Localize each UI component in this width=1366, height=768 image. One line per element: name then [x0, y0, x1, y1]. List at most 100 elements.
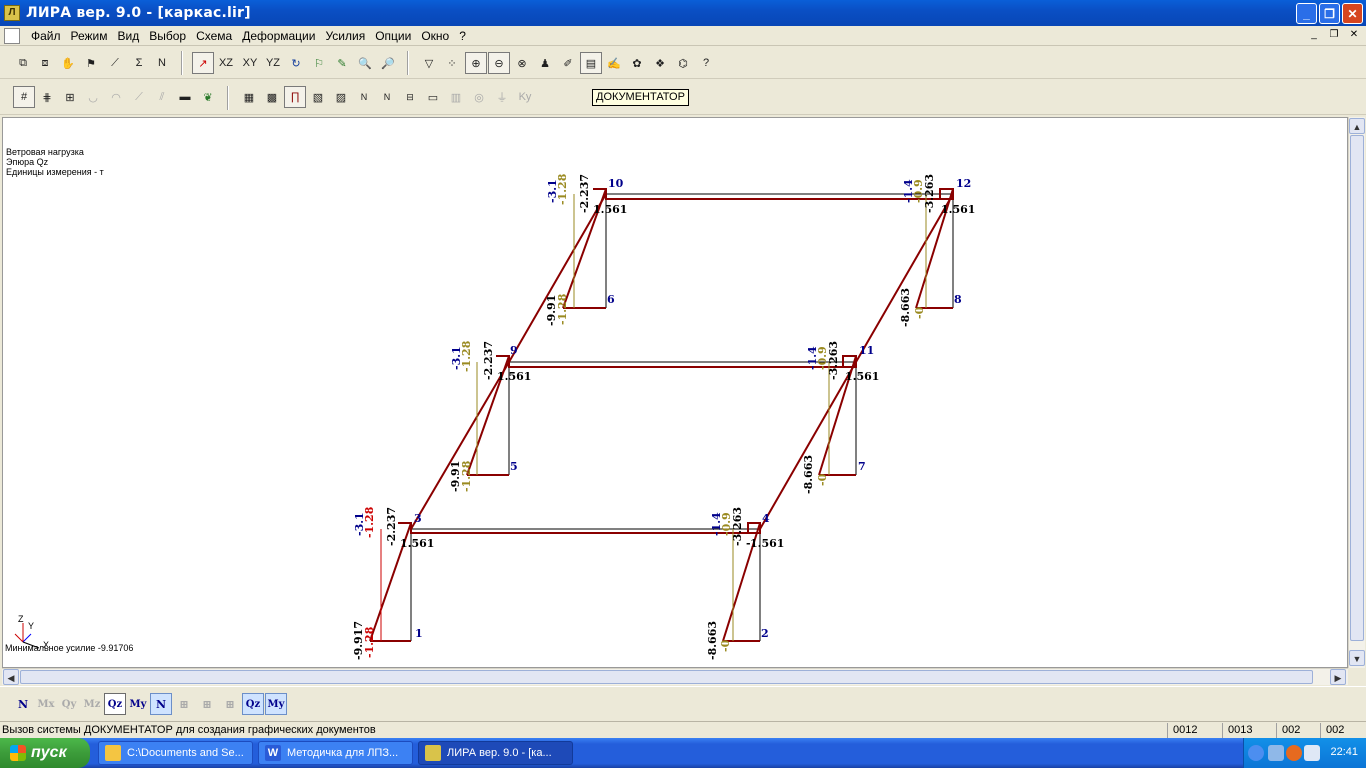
lira-app-icon[interactable]: Л [4, 5, 20, 21]
slash-2-icon[interactable]: ⫽ [151, 86, 173, 108]
sum-load-icon[interactable]: Σ [128, 52, 150, 74]
document-icon[interactable] [4, 27, 20, 44]
load-icon[interactable]: ⟋ [104, 52, 126, 74]
arc-icon[interactable]: ◡ [82, 86, 104, 108]
table-icon[interactable]: ⊟ [399, 86, 421, 108]
frame-icon[interactable]: # [13, 86, 35, 108]
restore-button[interactable]: ❐ [1319, 3, 1340, 24]
menu-help[interactable]: ? [454, 29, 471, 43]
support-icon[interactable]: ⏚ [491, 86, 513, 108]
task-lira[interactable]: ЛИРА вер. 9.0 - [ка... [418, 741, 573, 765]
force-n-button[interactable]: N [12, 693, 34, 715]
menu-file[interactable]: Файл [26, 29, 66, 43]
grid-icon[interactable]: ▦ [238, 86, 260, 108]
value-label: -0 [816, 473, 829, 486]
mosaic-2-icon[interactable]: ▧ [307, 86, 329, 108]
mdi-minimize-button[interactable]: _ [1306, 28, 1322, 42]
monitor-icon[interactable] [1304, 745, 1320, 761]
start-button[interactable]: пуск [0, 738, 90, 768]
menu-window[interactable]: Окно [416, 29, 454, 43]
node-icon[interactable]: ♟ [534, 52, 556, 74]
coin-icon[interactable]: ◎ [468, 86, 490, 108]
zoom-icon[interactable]: 🔍 [354, 52, 376, 74]
palette-icon[interactable]: ✿ [626, 52, 648, 74]
force-mz-button[interactable]: Mz [81, 693, 103, 715]
network-icon[interactable] [1268, 745, 1284, 761]
horizontal-scrollbar[interactable]: ◀ ▶ [2, 668, 1348, 685]
projection-xz-icon[interactable]: XZ [215, 52, 237, 74]
leaf-icon[interactable]: ❦ [197, 86, 219, 108]
book-icon[interactable]: ❖ [649, 52, 671, 74]
pencil-icon[interactable]: ✎ [331, 52, 353, 74]
edit-icon[interactable]: ✍ [603, 52, 625, 74]
axes-icon[interactable]: ↗ [192, 52, 214, 74]
scroll-right-icon[interactable]: ▶ [1330, 669, 1346, 685]
scroll-down-icon[interactable]: ▼ [1349, 650, 1365, 666]
scroll-up-icon[interactable]: ▲ [1349, 118, 1365, 134]
help-pointer-icon[interactable]: ? [695, 52, 717, 74]
drawing-canvas[interactable]: Ветровая нагрузка Эпюра Qz Единицы измер… [2, 117, 1348, 668]
zoom-window-icon[interactable]: ⊗ [511, 52, 533, 74]
force-mx-diagram-icon[interactable]: ⊞ [173, 693, 195, 715]
mdi-restore-button[interactable]: ❐ [1326, 28, 1342, 42]
menu-forces[interactable]: Усилия [320, 29, 370, 43]
numbers-2-icon[interactable]: N [376, 86, 398, 108]
minimize-button[interactable]: _ [1296, 3, 1317, 24]
mosaic-3-icon[interactable]: ▨ [330, 86, 352, 108]
force-mx-button[interactable]: Mx [35, 693, 57, 715]
horizontal-scroll-thumb[interactable] [20, 670, 1313, 684]
documentator-icon[interactable]: ▤ [580, 52, 602, 74]
projection-xy-icon[interactable]: XY [239, 52, 261, 74]
task-word[interactable]: W Методичка для ЛПЗ... [258, 741, 413, 765]
force-n-diagram-button[interactable]: N [150, 693, 172, 715]
flag-icon[interactable]: ⚑ [80, 52, 102, 74]
slash-icon[interactable]: ⟋ [128, 86, 150, 108]
zoom-out-icon[interactable]: ⊖ [488, 52, 510, 74]
bar-icon[interactable]: ▬ [174, 86, 196, 108]
zoom-in-icon[interactable]: ⊕ [465, 52, 487, 74]
menu-scheme[interactable]: Схема [191, 29, 237, 43]
page-icon[interactable]: ▭ [422, 86, 444, 108]
force-my-diagram-button[interactable]: My [265, 693, 287, 715]
force-qy-diagram-icon[interactable]: ⊞ [196, 693, 218, 715]
menu-deformations[interactable]: Деформации [237, 29, 320, 43]
frame-2-icon[interactable]: ⋕ [36, 86, 58, 108]
menu-options[interactable]: Опции [370, 29, 416, 43]
marker-icon[interactable]: ✐ [557, 52, 579, 74]
flag-green-icon[interactable]: ⚐ [308, 52, 330, 74]
ky-icon[interactable]: Ky [514, 86, 536, 108]
diagram-icon[interactable]: ∏ [284, 86, 306, 108]
task-explorer[interactable]: C:\Documents and Se... [98, 741, 253, 765]
tray-arrow-icon[interactable] [1248, 745, 1264, 761]
filter-icon[interactable]: ▽ [418, 52, 440, 74]
force-qz-button[interactable]: Qz [104, 693, 126, 715]
load-n-icon[interactable]: N [151, 52, 173, 74]
projection-yz-icon[interactable]: YZ [262, 52, 284, 74]
vertical-scroll-thumb[interactable] [1350, 135, 1364, 641]
camera-icon[interactable]: ⌬ [672, 52, 694, 74]
menu-view[interactable]: Вид [113, 29, 145, 43]
frame-3-icon[interactable]: ⊞ [59, 86, 81, 108]
menu-mode[interactable]: Режим [66, 29, 113, 43]
force-qz-diagram-button[interactable]: Qz [242, 693, 264, 715]
chart-icon[interactable]: ▥ [445, 86, 467, 108]
mosaic-icon[interactable]: ▩ [261, 86, 283, 108]
mdi-close-button[interactable]: ✕ [1346, 28, 1362, 42]
mdi-controls: _ ❐ ✕ [1306, 28, 1362, 42]
fragment-icon[interactable]: ⁘ [441, 52, 463, 74]
paste-scheme-icon[interactable]: ⧈ [34, 52, 56, 74]
arc-2-icon[interactable]: ◠ [105, 86, 127, 108]
numbers-icon[interactable]: N [353, 86, 375, 108]
force-mz-diagram-icon[interactable]: ⊞ [219, 693, 241, 715]
vertical-scrollbar[interactable]: ▲ ▼ [1348, 117, 1365, 668]
force-qy-button[interactable]: Qy [58, 693, 80, 715]
menu-select[interactable]: Выбор [144, 29, 191, 43]
scroll-left-icon[interactable]: ◀ [3, 669, 19, 685]
antivirus-icon[interactable] [1286, 745, 1302, 761]
rotate-icon[interactable]: ↻ [285, 52, 307, 74]
zoom-fit-icon[interactable]: 🔎 [377, 52, 399, 74]
close-button[interactable]: ✕ [1342, 3, 1363, 24]
force-my-button[interactable]: My [127, 693, 149, 715]
copy-scheme-icon[interactable]: ⧉ [12, 52, 34, 74]
hand-icon[interactable]: ✋ [57, 52, 79, 74]
